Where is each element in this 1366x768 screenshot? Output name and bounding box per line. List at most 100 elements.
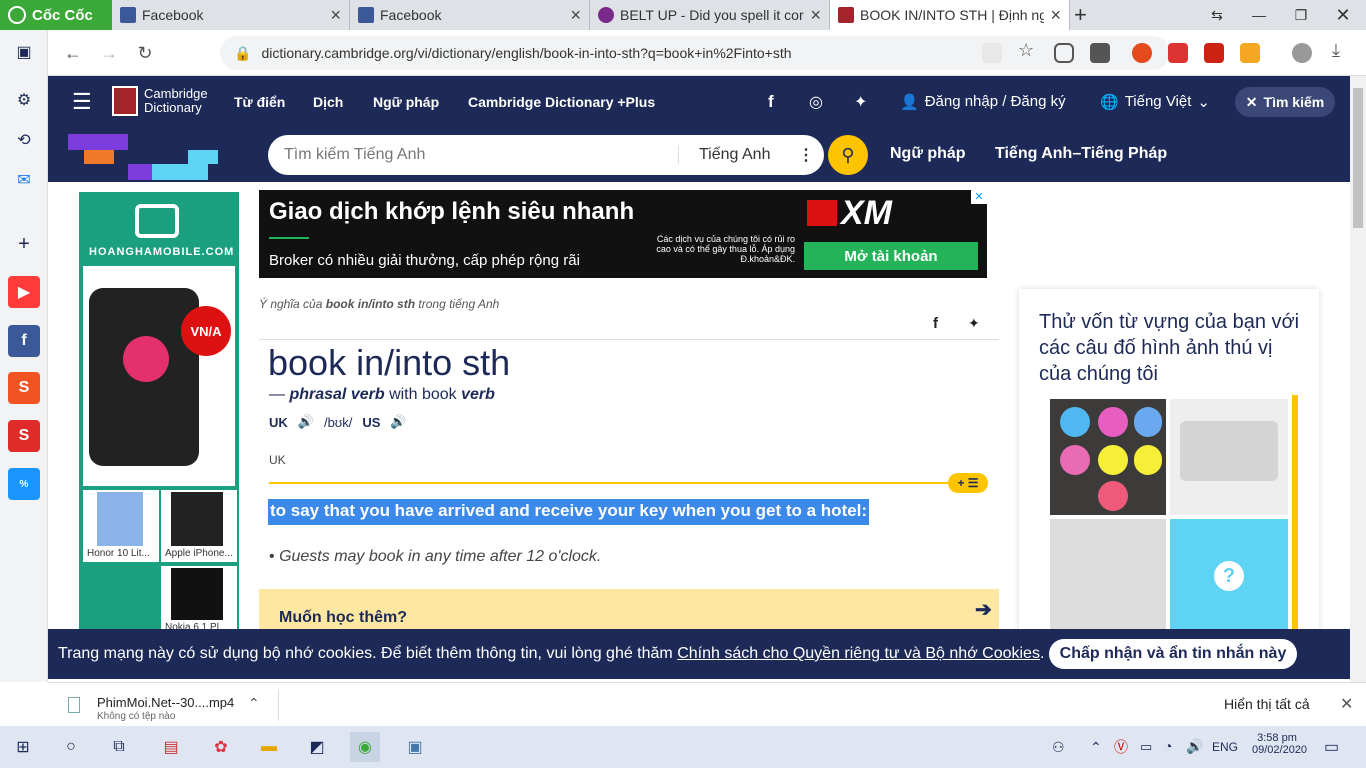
back-icon[interactable]: ← (58, 38, 88, 68)
quiz-image-paints[interactable] (1050, 399, 1166, 515)
tab-belt-up[interactable]: BELT UP - Did you spell it corr × (590, 0, 830, 30)
extension-color-icon[interactable] (1240, 43, 1260, 63)
nav-dictionary[interactable]: Từ điển (234, 94, 285, 110)
notification-icon[interactable]: ▭ (1324, 737, 1339, 757)
reload-icon[interactable]: ↻ (130, 38, 160, 68)
clock[interactable]: 3:58 pm 09/02/2020 (1252, 732, 1307, 756)
minimize-icon[interactable]: — (1238, 0, 1280, 30)
quiz-image-unknown[interactable]: ? (1170, 519, 1288, 631)
uk-audio-icon[interactable]: 🔊 (298, 414, 314, 430)
file-explorer-icon[interactable]: ▬ (254, 732, 284, 762)
sub-link-english-french[interactable]: Tiếng Anh–Tiếng Pháp (995, 145, 1167, 163)
quiz-image-sewing-machine[interactable] (1170, 399, 1288, 515)
close-icon[interactable]: × (1050, 5, 1061, 26)
translate-icon[interactable] (982, 43, 1002, 63)
sub-link-grammar[interactable]: Ngữ pháp (890, 145, 966, 163)
more-options-icon[interactable]: ⋮ (798, 145, 814, 165)
tab-book-in-into[interactable]: BOOK IN/INTO STH | Định ng × (830, 0, 1070, 30)
nav-grammar[interactable]: Ngữ pháp (373, 94, 439, 110)
app-icon-3[interactable]: ◩ (302, 732, 332, 762)
download-filename[interactable]: PhimMoi.Net--30....mp4 (97, 695, 234, 710)
share-twitter-icon[interactable]: ✦ (968, 315, 980, 332)
close-window-icon[interactable]: ✕ (1322, 0, 1364, 30)
youtube-icon[interactable]: ▶ (8, 276, 40, 308)
battery-icon[interactable]: ▭ (1140, 739, 1152, 755)
messenger-icon[interactable]: ✉ (8, 164, 40, 196)
facebook-link-icon[interactable]: f (768, 92, 774, 112)
top-advertisement[interactable]: Giao dịch khớp lệnh siêu nhanh Broker có… (259, 190, 987, 278)
chevron-up-icon[interactable]: ⌃ (248, 695, 260, 712)
tab-facebook-1[interactable]: Facebook × (112, 0, 350, 30)
tray-chevron-icon[interactable]: ⌃ (1090, 739, 1102, 756)
quiz-panel[interactable]: Thử vốn từ vựng của bạn với các câu đố h… (1019, 289, 1319, 655)
nav-translate[interactable]: Dịch (313, 94, 343, 110)
extension-coccoc-icon[interactable] (1132, 43, 1152, 63)
download-icon[interactable] (1090, 43, 1110, 63)
tab-facebook-2[interactable]: Facebook × (350, 0, 590, 30)
nav-plus[interactable]: Cambridge Dictionary +Plus (468, 94, 655, 110)
sidebar-toggle-icon[interactable]: ▣ (8, 36, 40, 68)
app-icon-1[interactable]: ▤ (156, 732, 186, 762)
sendo-icon[interactable]: S (8, 420, 40, 452)
show-all-button[interactable]: Hiển thị tất cả (1224, 696, 1310, 712)
ad-product-2[interactable]: Apple iPhone... (161, 490, 237, 562)
close-shelf-icon[interactable]: ✕ (1340, 694, 1353, 714)
coccoc-menu-button[interactable]: Cốc Cốc (0, 0, 112, 30)
cortana-icon[interactable]: ○ (56, 732, 86, 762)
add-shortcut-icon[interactable]: + (8, 228, 40, 260)
coccoc-taskbar-icon[interactable]: ◉ (350, 732, 380, 762)
history-icon[interactable]: ⟲ (8, 124, 40, 156)
forward-icon[interactable]: → (94, 38, 124, 68)
close-icon[interactable]: × (570, 5, 581, 26)
profile-avatar[interactable] (1292, 43, 1312, 63)
people-icon[interactable]: ⚇ (1052, 739, 1065, 756)
language-selector[interactable]: 🌐 Tiếng Việt ⌄ (1100, 93, 1210, 111)
search-icon[interactable]: ⚲ (828, 135, 868, 175)
app-icon-2[interactable]: ✿ (206, 732, 236, 762)
instagram-icon[interactable]: ◎ (809, 92, 823, 112)
hamburger-icon[interactable]: ☰ (72, 89, 92, 115)
windows-start-icon[interactable]: ⊞ (8, 732, 38, 762)
us-audio-icon[interactable]: 🔊 (390, 414, 406, 430)
maximize-icon[interactable]: ❐ (1280, 0, 1322, 30)
close-icon[interactable]: × (330, 5, 341, 26)
tray-v-icon[interactable]: Ⓥ (1114, 737, 1128, 757)
ad-product-3[interactable]: Nokia 6.1 Pl... (161, 566, 237, 632)
new-tab-button[interactable]: + (1074, 2, 1087, 28)
login-link[interactable]: 👤 Đăng nhập / Đăng ký (900, 93, 1066, 111)
privacy-policy-link[interactable]: Chính sách cho Quyền riêng tư và Bộ nhớ … (677, 645, 1040, 663)
search-input[interactable]: Tìm kiếm Tiếng Anh Tiếng Anh ⋮ (268, 135, 824, 175)
left-advertisement[interactable]: HOANGHAMOBILE.COM VN/A Honor 10 Lit... A… (79, 192, 239, 632)
tab-search-icon[interactable]: ⇆ (1196, 0, 1238, 30)
page-scrollbar[interactable] (1350, 76, 1366, 682)
extension-adblock-icon[interactable] (1168, 43, 1188, 63)
accept-cookies-button[interactable]: Chấp nhận và ẩn tin nhắn này (1049, 639, 1297, 669)
downloads-icon[interactable]: ⤓ (1332, 40, 1340, 61)
scrollbar-thumb[interactable] (1353, 88, 1363, 228)
arrow-right-icon[interactable]: ➔ (975, 597, 992, 622)
app-icon-4[interactable]: ▣ (400, 732, 430, 762)
search-toggle-button[interactable]: ✕ Tìm kiếm (1235, 87, 1335, 117)
ad-close-icon[interactable]: ✕ (971, 190, 987, 204)
task-view-icon[interactable]: ⧉ (104, 732, 134, 762)
twitter-icon[interactable]: ✦ (854, 92, 867, 112)
shield-icon[interactable] (1054, 43, 1074, 63)
add-to-list-button[interactable]: + ☰ (948, 473, 988, 493)
network-icon[interactable]: ◔ (1164, 738, 1172, 754)
shopee-icon[interactable]: S (8, 372, 40, 404)
language-indicator[interactable]: ENG (1212, 740, 1238, 754)
cambridge-logo[interactable]: Cambridge Dictionary (112, 86, 208, 116)
uk-label: UK (269, 414, 288, 430)
tiki-icon[interactable]: % (8, 468, 40, 500)
search-language-select[interactable]: Tiếng Anh (678, 146, 798, 164)
open-account-button[interactable]: Mở tài khoản (804, 242, 978, 270)
bookmark-star-icon[interactable]: ☆ (1018, 40, 1034, 61)
facebook-shortcut-icon[interactable]: f (8, 325, 40, 357)
volume-icon[interactable]: 🔊 (1186, 738, 1203, 755)
share-facebook-icon[interactable]: f (933, 315, 938, 332)
quiz-image-sketch[interactable] (1050, 519, 1166, 631)
close-icon[interactable]: × (810, 5, 821, 26)
ad-product-1[interactable]: Honor 10 Lit... (83, 490, 159, 562)
settings-icon[interactable]: ⚙ (8, 84, 40, 116)
extension-red-icon[interactable] (1204, 43, 1224, 63)
